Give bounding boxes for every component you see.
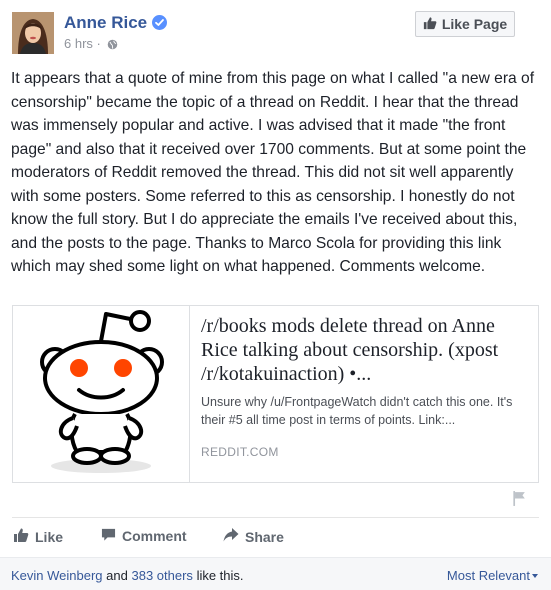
author-name[interactable]: Anne Rice xyxy=(64,13,147,32)
sort-label: Most Relevant xyxy=(446,568,530,583)
post-meta: 6 hrs · xyxy=(64,36,118,53)
post-timestamp[interactable]: 6 hrs xyxy=(64,36,93,51)
like-page-button[interactable]: Like Page xyxy=(415,11,515,37)
reddit-alien-icon xyxy=(13,306,190,482)
facebook-post: Anne Rice 6 hrs · Like Page It appears t… xyxy=(0,0,551,590)
others-count-link[interactable]: 383 others xyxy=(132,568,193,583)
thumbs-up-icon xyxy=(13,527,29,546)
meta-separator: · xyxy=(96,36,101,51)
likes-and: and xyxy=(106,568,128,583)
share-button[interactable]: Share xyxy=(223,527,284,546)
like-page-label: Like Page xyxy=(441,16,508,32)
globe-icon[interactable] xyxy=(107,38,118,53)
likes-summary: Kevin Weinberg and 383 others like this. xyxy=(11,568,244,583)
flag-icon[interactable] xyxy=(511,490,528,512)
link-preview-card[interactable]: /r/books mods delete thread on Anne Rice… xyxy=(12,305,539,483)
link-domain: REDDIT.COM xyxy=(201,445,279,459)
like-label: Like xyxy=(35,528,64,545)
share-arrow-icon xyxy=(223,527,239,546)
link-description: Unsure why /u/FrontpageWatch didn't catc… xyxy=(201,395,513,427)
post-author[interactable]: Anne Rice xyxy=(64,13,168,33)
comment-bubble-icon xyxy=(101,527,116,545)
post-action-bar: Like Comment Share xyxy=(12,517,539,555)
liker-name-link[interactable]: Kevin Weinberg xyxy=(11,568,103,583)
comment-button[interactable]: Comment xyxy=(101,527,187,545)
chevron-down-icon xyxy=(532,574,538,578)
thumbs-up-icon xyxy=(423,16,437,33)
likes-suffix: like this. xyxy=(196,568,244,583)
post-body-text: It appears that a quote of mine from thi… xyxy=(11,70,535,275)
comment-sort-dropdown[interactable]: Most Relevant xyxy=(447,568,538,583)
share-label: Share xyxy=(245,528,284,545)
verified-badge-icon xyxy=(152,15,168,30)
comment-label: Comment xyxy=(122,528,187,544)
link-title[interactable]: /r/books mods delete thread on Anne Rice… xyxy=(201,314,531,386)
likes-summary-bar: Kevin Weinberg and 383 others like this.… xyxy=(0,557,551,590)
like-button[interactable]: Like xyxy=(13,527,63,546)
author-avatar[interactable] xyxy=(12,12,54,54)
